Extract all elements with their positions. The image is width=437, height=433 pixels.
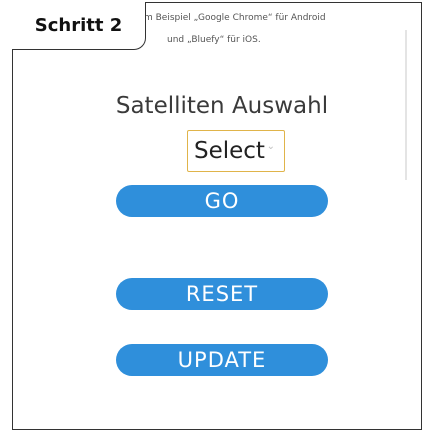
satellite-select[interactable]: Select ⌄ xyxy=(187,130,285,172)
scrollbar-track xyxy=(405,30,407,180)
chevron-down-icon: ⌄ xyxy=(266,141,275,152)
browser-hint-line-1: m Beispiel „Google Chrome“ für Android xyxy=(144,13,326,23)
reset-button[interactable]: RESET xyxy=(116,278,328,310)
go-button[interactable]: GO xyxy=(116,185,328,217)
satellite-select-value: Select xyxy=(194,138,265,164)
page-title: Satelliten Auswahl xyxy=(115,93,329,119)
browser-hint-line-2: und „Bluefy“ für iOS. xyxy=(167,35,261,45)
step-label: Schritt 2 xyxy=(12,2,146,50)
update-button[interactable]: UPDATE xyxy=(116,344,328,376)
